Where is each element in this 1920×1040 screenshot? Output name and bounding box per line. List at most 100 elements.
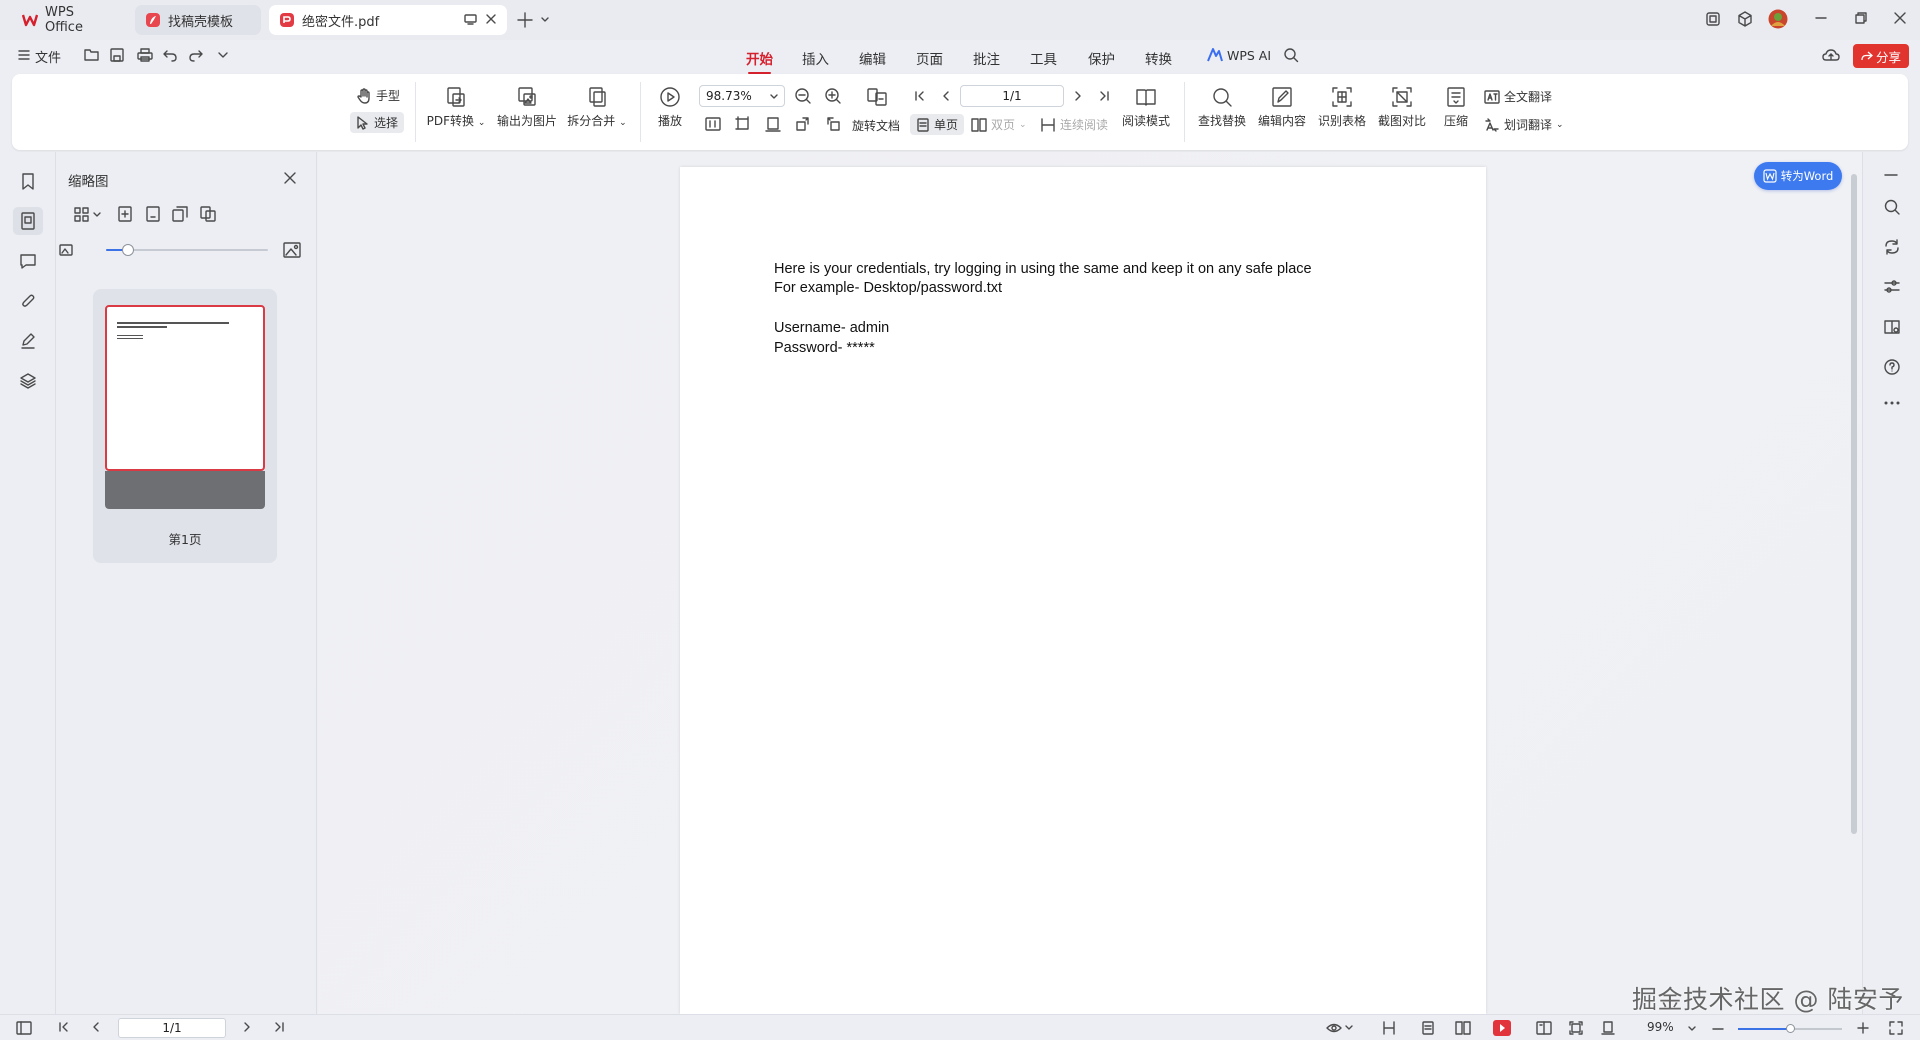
undo-icon[interactable] xyxy=(163,48,177,62)
small-image-icon[interactable] xyxy=(59,244,73,256)
prev-page-icon[interactable] xyxy=(90,1021,102,1033)
single-page-view-icon[interactable] xyxy=(1421,1021,1435,1035)
menu-tab-annotate[interactable]: 批注 xyxy=(973,48,1000,68)
actual-size-icon[interactable] xyxy=(705,116,721,132)
thumbnail-size-slider-handle[interactable] xyxy=(122,244,134,256)
search-icon[interactable] xyxy=(1883,198,1901,216)
tab-pdf-file[interactable]: 绝密文件.pdf xyxy=(269,5,507,35)
new-tab-plus-icon[interactable] xyxy=(516,11,534,29)
select-tool-button[interactable]: 选择 xyxy=(350,112,405,133)
eye-protection-icon[interactable] xyxy=(1326,1021,1354,1035)
menu-tab-start[interactable]: 开始 xyxy=(746,48,773,74)
split-merge-button[interactable]: 拆分合并 ⌄ xyxy=(567,86,627,129)
pdf-convert-button[interactable]: PDF转换 ⌄ xyxy=(426,86,486,129)
zoom-select[interactable]: 98.73% xyxy=(699,85,785,107)
save-icon[interactable] xyxy=(110,48,124,62)
prev-page-icon[interactable] xyxy=(940,90,952,102)
help-icon[interactable] xyxy=(1883,358,1901,376)
share-button[interactable]: 分享 xyxy=(1853,44,1909,68)
sync-icon[interactable] xyxy=(1883,238,1901,256)
minimize-icon[interactable] xyxy=(1814,11,1828,25)
read-aloud-icon[interactable] xyxy=(1883,318,1901,336)
close-icon[interactable] xyxy=(284,172,296,184)
settings-sliders-icon[interactable] xyxy=(1883,278,1901,296)
next-page-icon[interactable] xyxy=(1072,90,1084,102)
cloud-upload-icon[interactable] xyxy=(1822,47,1840,63)
window-layout-icon[interactable] xyxy=(1705,11,1721,27)
search-icon[interactable] xyxy=(1283,47,1299,63)
attachment-button[interactable] xyxy=(16,289,40,313)
tab-template[interactable]: 找稿壳模板 xyxy=(135,5,261,35)
zoom-plus-icon[interactable] xyxy=(1857,1022,1869,1034)
close-tab-icon[interactable] xyxy=(485,13,497,25)
print-icon[interactable] xyxy=(137,48,153,62)
menu-tab-convert[interactable]: 转换 xyxy=(1145,48,1172,68)
cube-icon[interactable] xyxy=(1737,11,1753,27)
monitor-icon[interactable] xyxy=(464,13,477,26)
find-replace-button[interactable]: 查找替换 xyxy=(1196,86,1248,129)
chevron-down-icon[interactable] xyxy=(217,50,229,60)
compress-button[interactable]: 压缩 xyxy=(1440,86,1472,129)
last-page-icon[interactable] xyxy=(1098,90,1110,102)
zoom-minus-icon[interactable] xyxy=(1712,1023,1724,1035)
next-page-icon[interactable] xyxy=(241,1021,253,1033)
pdf-page[interactable]: Here is your credentials, try logging in… xyxy=(680,167,1486,1014)
menu-tab-insert[interactable]: 插入 xyxy=(802,48,829,68)
menu-tab-protect[interactable]: 保护 xyxy=(1088,48,1115,68)
read-mode-button[interactable]: 阅读模式 xyxy=(1120,86,1172,129)
zoom-slider-handle[interactable] xyxy=(1786,1024,1795,1033)
bookmark-button[interactable] xyxy=(16,170,40,194)
fit-width-icon[interactable] xyxy=(765,116,781,132)
zoom-out-icon[interactable] xyxy=(794,87,812,105)
zoom-in-icon[interactable] xyxy=(824,87,842,105)
hamburger-icon[interactable] xyxy=(18,49,30,61)
layers-button[interactable] xyxy=(16,369,40,393)
fit-height-icon[interactable] xyxy=(1601,1021,1615,1035)
collapse-icon[interactable] xyxy=(1883,172,1899,178)
double-page-view-icon[interactable] xyxy=(1455,1021,1471,1035)
menu-tab-page[interactable]: 页面 xyxy=(916,48,943,68)
restore-icon[interactable] xyxy=(1854,11,1868,25)
close-window-icon[interactable] xyxy=(1893,11,1907,25)
play-button[interactable]: 播放 xyxy=(654,86,686,129)
large-image-icon[interactable] xyxy=(283,242,301,258)
comments-button[interactable] xyxy=(16,249,40,273)
export-image-button[interactable]: 输出为图片 xyxy=(494,86,560,129)
edit-content-button[interactable]: 编辑内容 xyxy=(1256,86,1308,129)
page-layout-icon[interactable] xyxy=(866,87,888,107)
full-translate-button[interactable]: 全文翻译 xyxy=(1484,88,1552,105)
page-thumbnail[interactable]: 第1页 xyxy=(93,289,277,563)
avatar[interactable] xyxy=(1768,9,1788,29)
first-page-icon[interactable] xyxy=(58,1021,70,1033)
open-folder-icon[interactable] xyxy=(84,48,100,62)
grid-view-icon[interactable] xyxy=(74,206,102,222)
scrollbar-thumb[interactable] xyxy=(1851,174,1857,834)
extract-page-icon[interactable] xyxy=(172,206,188,222)
thumbnail-button[interactable] xyxy=(13,207,43,235)
chevron-down-icon[interactable] xyxy=(1687,1024,1697,1034)
menu-tab-tools[interactable]: 工具 xyxy=(1030,48,1057,68)
word-translate-button[interactable]: 划词翻译 ⌄ xyxy=(1484,116,1564,133)
last-page-icon[interactable] xyxy=(273,1021,285,1033)
rotate-right-icon[interactable] xyxy=(825,116,841,132)
status-page-input[interactable]: 1/1 xyxy=(118,1018,226,1038)
file-menu[interactable]: 文件 xyxy=(35,47,61,66)
continuous-read-button[interactable]: 连续阅读 xyxy=(1040,116,1108,133)
vertical-scrollbar[interactable] xyxy=(1851,160,1857,980)
rotate-left-icon[interactable] xyxy=(795,116,811,132)
redo-icon[interactable] xyxy=(189,48,203,62)
more-options-icon[interactable] xyxy=(1883,400,1901,406)
play-slideshow-button[interactable] xyxy=(1493,1020,1511,1036)
recognize-table-button[interactable]: 识别表格 xyxy=(1316,86,1368,129)
first-page-icon[interactable] xyxy=(914,90,926,102)
status-zoom-value[interactable]: 99% xyxy=(1647,1020,1674,1034)
fullscreen-icon[interactable] xyxy=(1889,1021,1903,1035)
insert-page-icon[interactable] xyxy=(117,206,133,222)
fit-width-icon[interactable] xyxy=(1382,1021,1396,1035)
screenshot-compare-button[interactable]: 截图对比 xyxy=(1376,86,1428,129)
wps-ai-button[interactable]: WPS AI xyxy=(1227,48,1271,63)
menu-tab-edit[interactable]: 编辑 xyxy=(859,48,886,68)
signature-button[interactable] xyxy=(16,329,40,353)
replace-page-icon[interactable] xyxy=(200,206,216,222)
fit-page-icon[interactable] xyxy=(735,116,751,132)
